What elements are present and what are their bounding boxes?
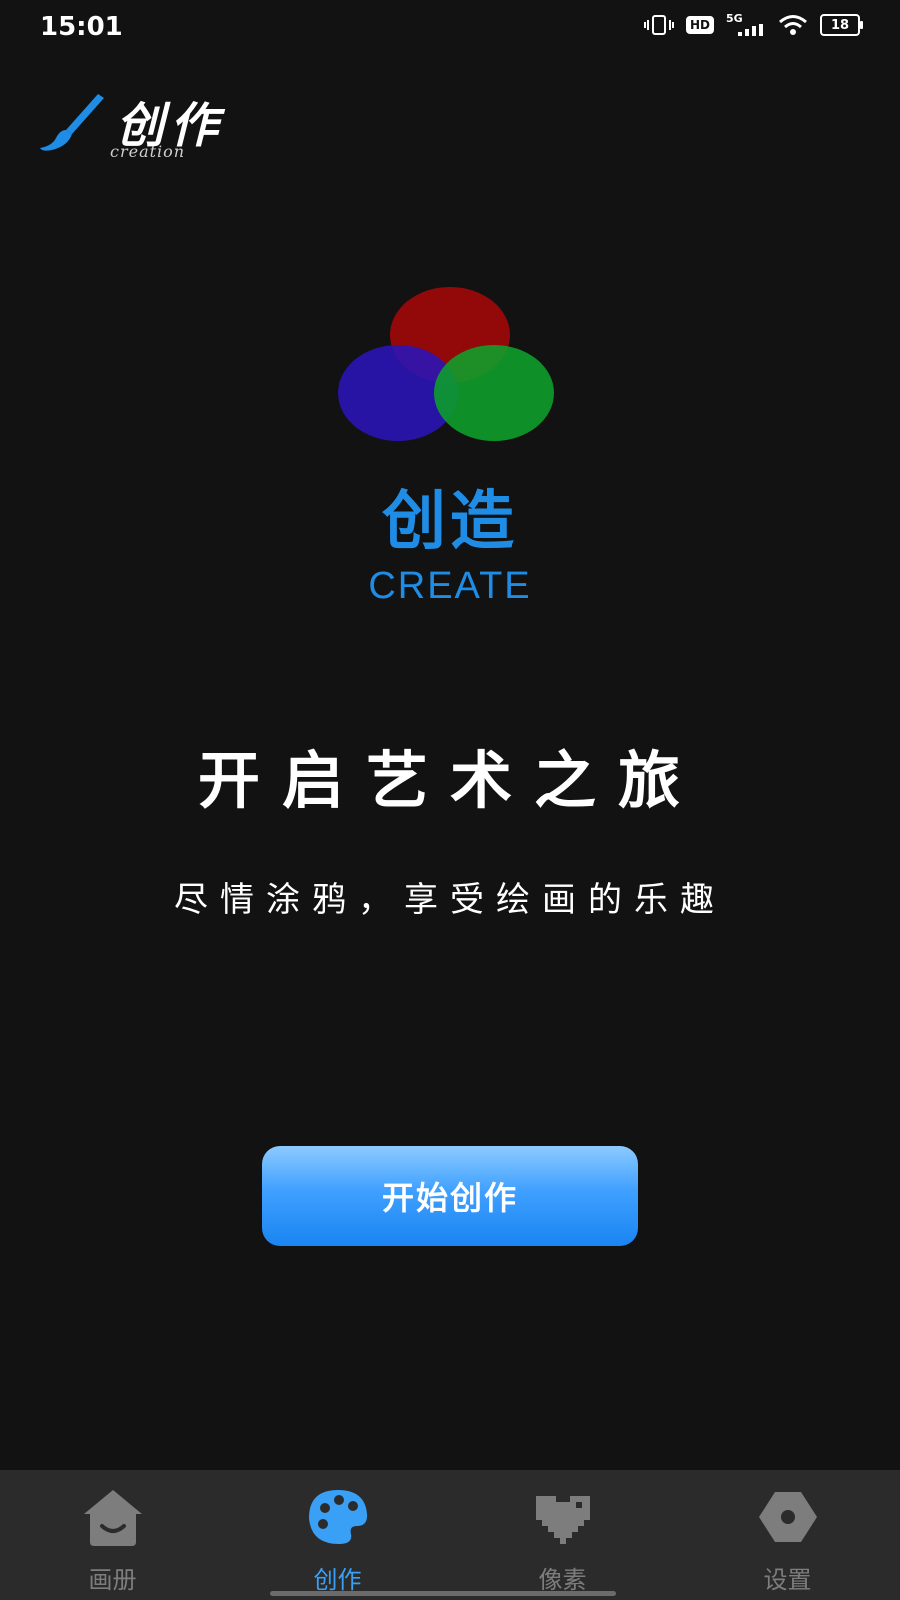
paintbrush-icon [40, 94, 104, 151]
tab-pixel[interactable]: 像素 [450, 1470, 675, 1600]
hd-badge: HD [685, 16, 714, 34]
tab-label-pixel: 像素 [538, 1566, 587, 1594]
pixel-heart-icon [536, 1496, 590, 1544]
tab-label-create: 创作 [313, 1566, 362, 1594]
green-circle [434, 345, 554, 441]
vibrate-icon [643, 15, 674, 35]
rgb-circles-logo [338, 287, 554, 441]
tagline: 尽情涂鸦，享受绘画的乐趣 [174, 880, 726, 920]
start-creating-button[interactable]: 开始创作 [262, 1146, 638, 1246]
create-subtitle: CREATE [368, 565, 532, 607]
create-title: 创造 [382, 485, 518, 559]
signal-indicator: 5G [726, 12, 766, 36]
bottom-tab-bar: 画册 创作 像素 设置 [0, 1470, 900, 1600]
tab-label-album: 画册 [88, 1566, 137, 1594]
app-header: 创作 creation [38, 82, 298, 172]
status-time: 15:01 [40, 12, 123, 42]
tab-album[interactable]: 画册 [0, 1470, 225, 1600]
tab-create[interactable]: 创作 [225, 1470, 450, 1600]
signal-bars-icon [738, 24, 763, 36]
battery-icon: 18 [820, 14, 863, 36]
status-icons: HD 5G 18 [643, 12, 863, 36]
headline: 开启艺术之旅 [197, 744, 702, 817]
album-icon [84, 1490, 142, 1546]
home-indicator [270, 1591, 616, 1596]
tab-settings[interactable]: 设置 [675, 1470, 900, 1600]
battery-level: 18 [830, 17, 850, 33]
settings-icon [759, 1492, 817, 1542]
status-bar: 15:01 HD 5G 18 [0, 0, 900, 60]
tab-label-settings: 设置 [763, 1566, 812, 1594]
palette-icon [309, 1490, 368, 1544]
app-subtitle: creation [110, 142, 186, 161]
wifi-icon [779, 15, 807, 35]
